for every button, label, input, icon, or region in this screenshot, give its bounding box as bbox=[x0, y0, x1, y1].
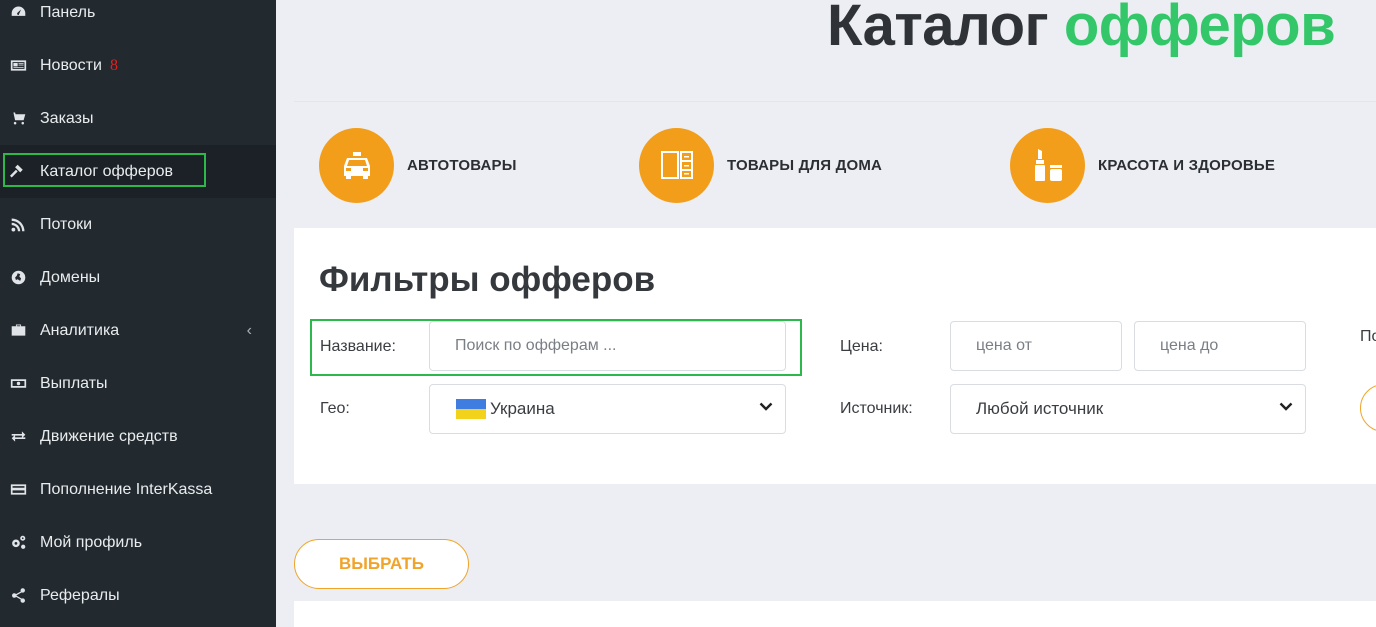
exchange-icon bbox=[9, 428, 27, 446]
cabinet-icon bbox=[639, 127, 714, 203]
ukraine-flag-icon bbox=[456, 399, 486, 419]
geo-label: Гео: bbox=[320, 400, 350, 417]
partial-button[interactable] bbox=[1360, 384, 1376, 432]
results-card bbox=[294, 601, 1376, 627]
sidebar-item-label: Аналитика bbox=[40, 321, 120, 339]
sidebar-item-profile[interactable]: Мой профиль bbox=[0, 516, 276, 569]
money-icon bbox=[9, 375, 27, 393]
share-icon bbox=[9, 587, 27, 605]
select-button[interactable]: ВЫБРАТЬ bbox=[294, 539, 469, 589]
globe-icon bbox=[9, 269, 27, 287]
category-auto[interactable]: АВТОТОВАРЫ bbox=[319, 127, 517, 203]
sidebar-item-referrals[interactable]: Рефералы bbox=[0, 569, 276, 622]
rss-icon bbox=[9, 216, 27, 234]
sidebar-item-label: Потоки bbox=[40, 215, 93, 233]
geo-select-value: Украина bbox=[490, 399, 555, 418]
sidebar-item-label: Домены bbox=[40, 268, 101, 286]
sidebar-item-news[interactable]: Новости 8 bbox=[0, 39, 276, 92]
sidebar-item-label: Панель bbox=[40, 3, 96, 21]
sidebar-item-label: Пополнение InterKassa bbox=[40, 480, 213, 498]
credit-card-icon bbox=[9, 481, 27, 499]
category-label: КРАСОТА И ЗДОРОВЬЕ bbox=[1098, 156, 1276, 174]
category-label: ТОВАРЫ ДЛЯ ДОМА bbox=[727, 156, 883, 174]
gavel-icon bbox=[9, 163, 27, 181]
truncated-label: По bbox=[1360, 328, 1376, 345]
sidebar-item-label: Каталог офферов bbox=[40, 162, 174, 180]
sidebar-item-domains[interactable]: Домены bbox=[0, 251, 276, 304]
briefcase-icon bbox=[9, 322, 27, 340]
price-from-input[interactable] bbox=[950, 321, 1122, 371]
news-count-badge: 8 bbox=[109, 56, 118, 74]
category-bar: АВТОТОВАРЫ ТОВАРЫ ДЛЯ ДОМА КРАСОТА И ЗДО… bbox=[294, 101, 1376, 228]
chevron-down-icon bbox=[759, 402, 773, 411]
sidebar-item-payouts[interactable]: Выплаты bbox=[0, 357, 276, 410]
sidebar-item-interkassa[interactable]: Пополнение InterKassa bbox=[0, 463, 276, 516]
geo-select[interactable]: Украина bbox=[429, 384, 786, 434]
offer-search-input[interactable] bbox=[429, 321, 786, 371]
source-select-value: Любой источник bbox=[976, 399, 1104, 418]
page-title-main: Каталог bbox=[827, 0, 1049, 58]
sidebar-item-label: Рефералы bbox=[40, 586, 120, 604]
source-label: Источник: bbox=[840, 400, 913, 417]
filters-title: Фильтры офферов bbox=[319, 260, 656, 299]
page-title-accent: офферов bbox=[1063, 0, 1336, 58]
dashboard-icon bbox=[9, 4, 27, 22]
sidebar-item-label: Мой профиль bbox=[40, 533, 143, 551]
sidebar-item-panel[interactable]: Панель bbox=[0, 0, 276, 39]
sidebar: Панель Новости 8 Заказы Каталог офферов … bbox=[0, 0, 276, 627]
page-title: Каталог офферов bbox=[827, 0, 1336, 59]
sidebar-item-streams[interactable]: Потоки bbox=[0, 198, 276, 251]
sidebar-item-orders[interactable]: Заказы bbox=[0, 92, 276, 145]
category-label: АВТОТОВАРЫ bbox=[407, 156, 517, 174]
newspaper-icon bbox=[9, 57, 27, 75]
cart-icon bbox=[9, 110, 27, 128]
category-home[interactable]: ТОВАРЫ ДЛЯ ДОМА bbox=[639, 127, 883, 203]
sidebar-item-funds-movement[interactable]: Движение средств bbox=[0, 410, 276, 463]
taxi-icon bbox=[319, 127, 394, 203]
name-label: Название: bbox=[320, 338, 396, 355]
sidebar-item-label: Движение средств bbox=[40, 427, 178, 445]
sidebar-item-label: Заказы bbox=[40, 109, 94, 127]
sidebar-item-offer-catalog[interactable]: Каталог офферов bbox=[0, 145, 276, 198]
sidebar-item-analytics[interactable]: Аналитика ‹ bbox=[0, 304, 276, 357]
sidebar-item-label: Новости bbox=[40, 56, 102, 74]
lipstick-icon bbox=[1010, 127, 1085, 203]
chevron-left-icon[interactable]: ‹ bbox=[247, 322, 252, 340]
sidebar-item-label: Выплаты bbox=[40, 374, 108, 392]
filters-panel: Фильтры офферов Название: Цена: По Гео: … bbox=[294, 228, 1376, 484]
chevron-down-icon bbox=[1279, 402, 1293, 411]
source-select[interactable]: Любой источник bbox=[950, 384, 1306, 434]
gears-icon bbox=[9, 534, 27, 552]
price-label: Цена: bbox=[840, 338, 883, 355]
price-to-input[interactable] bbox=[1134, 321, 1306, 371]
category-beauty[interactable]: КРАСОТА И ЗДОРОВЬЕ bbox=[1010, 127, 1276, 203]
